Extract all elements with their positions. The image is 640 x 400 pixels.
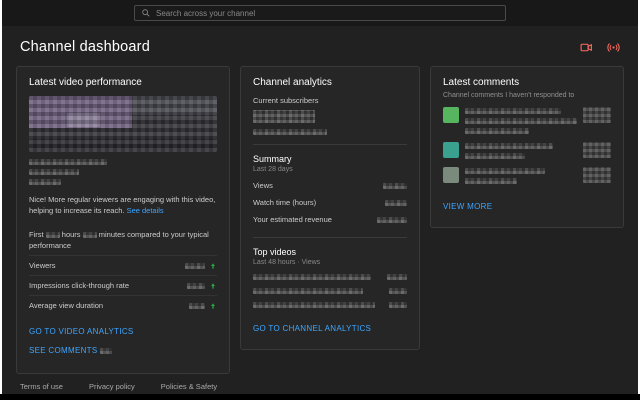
video-card-links: GO TO VIDEO ANALYTICS SEE COMMENTS xyxy=(29,327,217,355)
comparison-text: First hours minutes compared to your typ… xyxy=(29,229,209,250)
footer: Terms of use Privacy policy Policies & S… xyxy=(2,374,638,394)
top-videos-title: Top videos xyxy=(253,247,297,257)
trend-up-icon xyxy=(211,283,215,289)
trend-up-icon xyxy=(211,303,215,309)
divider xyxy=(253,144,407,145)
analytics-card-links: GO TO CHANNEL ANALYTICS xyxy=(253,324,407,333)
blurred-subscriber-delta xyxy=(253,129,327,135)
thumbnail-pixelation xyxy=(29,96,217,152)
comment-video-thumbnail xyxy=(583,142,611,158)
blurred-value xyxy=(389,302,407,308)
blurred-comment-text xyxy=(465,107,577,134)
top-video-row[interactable] xyxy=(253,298,407,312)
latest-comments-card: Latest comments Channel comments I haven… xyxy=(430,66,624,228)
view-more-link[interactable]: VIEW MORE xyxy=(443,202,492,211)
blurred-comment-text xyxy=(465,167,577,184)
footer-link-policies[interactable]: Policies & Safety xyxy=(161,382,217,391)
view-more-wrap: VIEW MORE xyxy=(443,196,611,214)
performance-note: Nice! More regular viewers are engaging … xyxy=(29,195,216,215)
see-details-link[interactable]: See details xyxy=(127,206,164,215)
top-video-row[interactable] xyxy=(253,284,407,298)
blurred-video-title xyxy=(253,288,363,294)
footer-link-terms[interactable]: Terms of use xyxy=(20,382,63,391)
blurred-value xyxy=(189,302,205,309)
commenter-avatar xyxy=(443,167,459,183)
search-input[interactable] xyxy=(156,8,505,18)
card-title: Latest comments xyxy=(443,77,520,88)
comment-video-thumbnail xyxy=(583,167,611,183)
header-actions xyxy=(580,41,620,54)
summary-row-views: Views xyxy=(253,177,407,194)
page-title: Channel dashboard xyxy=(20,39,150,55)
blurred-comment-count xyxy=(100,348,113,355)
card-title: Channel analytics xyxy=(253,77,332,88)
bottom-black-strip xyxy=(0,394,640,400)
commenter-avatar xyxy=(443,107,459,123)
blurred-value xyxy=(385,199,407,206)
blurred-video-title xyxy=(253,302,375,308)
comment-row[interactable] xyxy=(443,167,611,184)
trend-up-icon xyxy=(211,263,215,269)
blurred-value xyxy=(187,282,205,289)
commenter-avatar xyxy=(443,142,459,158)
blurred-value xyxy=(45,231,60,238)
search-icon xyxy=(142,9,150,17)
metric-row-ctr[interactable]: Impressions click-through rate xyxy=(29,276,217,297)
current-subscribers-label: Current subscribers xyxy=(253,96,319,105)
summary-row-revenue: Your estimated revenue xyxy=(253,211,407,228)
comment-row[interactable] xyxy=(443,142,611,159)
comment-video-thumbnail xyxy=(583,107,611,123)
summary-title: Summary xyxy=(253,154,292,164)
comment-row[interactable] xyxy=(443,107,611,134)
blurred-value xyxy=(383,182,407,189)
go-to-channel-analytics-link[interactable]: GO TO CHANNEL ANALYTICS xyxy=(253,324,407,333)
latest-video-thumbnail[interactable] xyxy=(29,96,217,152)
blurred-value xyxy=(377,216,407,223)
page-header: Channel dashboard xyxy=(2,26,638,66)
blurred-video-title xyxy=(29,159,217,185)
blurred-value xyxy=(82,231,97,238)
blurred-value xyxy=(387,274,407,280)
top-video-row[interactable] xyxy=(253,270,407,284)
video-metrics: Viewers Impressions click-through rate A… xyxy=(29,255,217,315)
see-comments-link[interactable]: SEE COMMENTS xyxy=(29,346,217,355)
latest-video-performance-card: Latest video performance Nice! More regu… xyxy=(16,66,230,374)
footer-link-privacy[interactable]: Privacy policy xyxy=(89,382,135,391)
comments-subtitle: Channel comments I haven't responded to xyxy=(443,92,575,99)
blurred-value xyxy=(389,288,407,294)
create-video-icon[interactable] xyxy=(580,41,593,54)
channel-analytics-card: Channel analytics Current subscribers Su… xyxy=(240,66,420,350)
divider xyxy=(253,237,407,238)
topbar xyxy=(2,0,638,26)
metric-row-avg-duration[interactable]: Average view duration xyxy=(29,296,217,315)
top-videos-period: Last 48 hours · Views xyxy=(253,259,321,266)
blurred-subscriber-count xyxy=(253,110,315,123)
studio-dashboard: Channel dashboard Late xyxy=(2,0,638,394)
summary-row-watch-time: Watch time (hours) xyxy=(253,194,407,211)
blurred-value xyxy=(185,262,205,269)
card-title: Latest video performance xyxy=(29,77,142,88)
metric-row-viewers[interactable]: Viewers xyxy=(29,256,217,277)
dashboard-cards: Latest video performance Nice! More regu… xyxy=(2,66,638,374)
go-live-icon[interactable] xyxy=(607,41,620,54)
blurred-comment-text xyxy=(465,142,577,159)
blurred-video-title xyxy=(253,274,371,280)
summary-period: Last 28 days xyxy=(253,166,293,173)
search-bar[interactable] xyxy=(134,5,506,21)
go-to-video-analytics-link[interactable]: GO TO VIDEO ANALYTICS xyxy=(29,327,217,336)
